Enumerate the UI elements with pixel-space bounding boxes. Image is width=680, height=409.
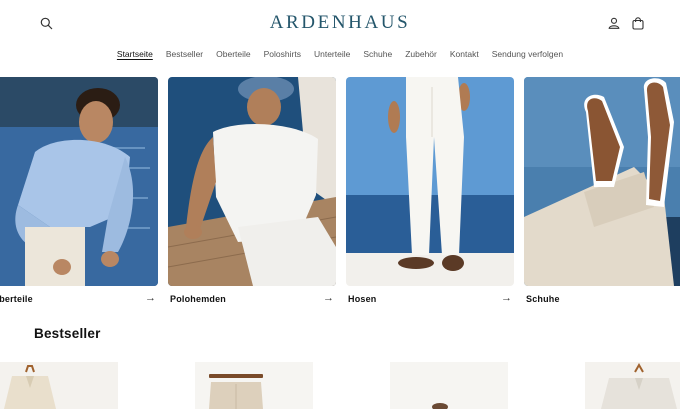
collection-image-oberteile[interactable]: [0, 77, 158, 286]
polo-model-photo: [168, 77, 336, 286]
nav-item-startseite[interactable]: Startseite: [117, 48, 153, 62]
nav-item-bestseller[interactable]: Bestseller: [166, 48, 203, 62]
cart-icon: [632, 16, 644, 30]
bestseller-heading: Bestseller: [34, 326, 101, 341]
arrow-right-icon: →: [501, 292, 512, 304]
nav-item-schuhe[interactable]: Schuhe: [363, 48, 392, 62]
collection-card-schuhe[interactable]: Schuhe →: [524, 77, 680, 304]
collection-card-oberteile[interactable]: Oberteile →: [0, 77, 158, 304]
site-header: ARDENHAUS: [0, 0, 680, 48]
shirt-on-hanger-image: [0, 362, 118, 409]
arrow-right-icon: →: [145, 292, 156, 304]
brand-logo[interactable]: ARDENHAUS: [0, 12, 680, 34]
product-card[interactable]: [585, 362, 680, 409]
collection-label[interactable]: Hosen: [348, 294, 377, 304]
nav-item-zubehoer[interactable]: Zubehör: [405, 48, 437, 62]
collection-card-polohemden[interactable]: Polohemden →: [168, 77, 336, 304]
collection-image-polohemden[interactable]: [168, 77, 336, 286]
nav-item-sendung-verfolgen[interactable]: Sendung verfolgen: [492, 48, 563, 62]
shoe-image: [390, 362, 508, 409]
trousers-on-hanger-image: [195, 362, 313, 409]
arrow-right-icon: →: [323, 292, 334, 304]
collection-grid: Oberteile → Polohemden →: [0, 77, 680, 312]
shoes-model-photo: [524, 77, 680, 286]
product-card[interactable]: [195, 362, 313, 409]
product-card[interactable]: [390, 362, 508, 409]
collection-image-schuhe[interactable]: [524, 77, 680, 286]
collection-image-hosen[interactable]: [346, 77, 514, 286]
nav-item-kontakt[interactable]: Kontakt: [450, 48, 479, 62]
account-button[interactable]: [604, 13, 624, 33]
product-card[interactable]: [0, 362, 118, 409]
account-icon: [608, 17, 620, 29]
collection-card-hosen[interactable]: Hosen →: [346, 77, 514, 304]
nav-item-unterteile[interactable]: Unterteile: [314, 48, 350, 62]
shirt-on-hanger-image: [585, 362, 680, 409]
main-navigation: Startseite Bestseller Oberteile Poloshir…: [0, 48, 680, 62]
collection-label[interactable]: Schuhe: [526, 294, 560, 304]
shirt-model-photo: [0, 77, 158, 286]
nav-item-oberteile[interactable]: Oberteile: [216, 48, 251, 62]
trousers-model-photo: [346, 77, 514, 286]
collection-label[interactable]: Polohemden: [170, 294, 226, 304]
nav-item-poloshirts[interactable]: Poloshirts: [264, 48, 301, 62]
collection-label[interactable]: Oberteile: [0, 294, 33, 304]
cart-button[interactable]: [628, 13, 648, 33]
